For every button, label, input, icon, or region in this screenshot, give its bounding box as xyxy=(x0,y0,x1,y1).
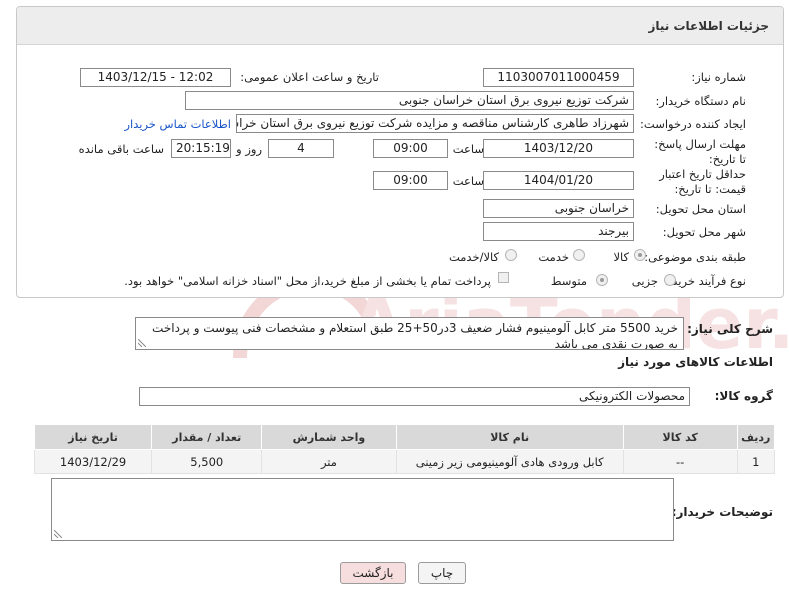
category-option-service: خدمت xyxy=(538,250,569,264)
price-deadline-label: حداقل تاریخ اعتبار قیمت: تا تاریخ: xyxy=(659,167,746,196)
reply-time-field[interactable]: 09:00 xyxy=(373,139,448,158)
back-button[interactable]: بازگشت xyxy=(340,562,406,584)
page-title: جزئیات اطلاعات نیاز xyxy=(648,19,769,33)
remaining-time-field[interactable]: 20:15:19 xyxy=(171,139,231,158)
reply-deadline-label: مهلت ارسال پاسخ: تا تاریخ: xyxy=(654,137,746,166)
buyer-notes-label: توضیحات خریدار: xyxy=(671,505,773,519)
province-field[interactable]: خراسان جنوبی xyxy=(483,199,634,218)
need-number-label: شماره نیاز: xyxy=(691,70,746,84)
description-label: شرح کلی نیاز: xyxy=(687,322,773,336)
cell-row: 1 xyxy=(736,449,775,474)
reply-date-field[interactable]: 1403/12/20 xyxy=(483,139,634,158)
reply-time-label: ساعت xyxy=(452,142,484,156)
print-button[interactable]: چاپ xyxy=(418,562,466,584)
goods-table-header-row: ردیف کد کالا نام کالا واحد شمارش تعداد /… xyxy=(33,424,775,450)
price-time-label: ساعت xyxy=(452,174,484,188)
resize-handle-icon[interactable] xyxy=(138,339,146,347)
announce-datetime-field[interactable]: 1403/12/15 - 12:02 xyxy=(80,68,231,87)
goods-table: ردیف کد کالا نام کالا واحد شمارش تعداد /… xyxy=(33,424,775,474)
process-label: نوع فرآیند خرید : xyxy=(664,274,746,288)
need-number-field[interactable]: 1103007011000459 xyxy=(483,68,634,87)
cell-date: 1403/12/29 xyxy=(33,449,153,474)
cell-unit: متر xyxy=(261,449,397,474)
cell-code: -- xyxy=(622,449,738,474)
category-option-goods: کالا xyxy=(613,250,629,264)
process-option-minor: جزیی xyxy=(631,274,658,288)
category-label: طبقه بندی موضوعی: xyxy=(644,250,746,264)
category-radio-goods[interactable] xyxy=(634,249,646,261)
category-radio-goods-service[interactable] xyxy=(505,249,517,261)
process-option-medium: متوسط xyxy=(550,274,587,288)
panel-header: جزئیات اطلاعات نیاز xyxy=(17,7,783,45)
col-name: نام کالا xyxy=(395,424,624,450)
announce-datetime-label: تاریخ و ساعت اعلان عمومی: xyxy=(240,70,379,84)
table-row[interactable]: 1 -- کابل ورودی هادی آلومینیومی زیر زمین… xyxy=(33,449,775,474)
col-unit: واحد شمارش xyxy=(261,424,397,450)
col-qty: تعداد / مقدار xyxy=(151,424,263,450)
remaining-time-label: ساعت باقی مانده xyxy=(78,142,164,156)
buyer-org-field[interactable]: شرکت توزیع نیروی برق استان خراسان جنوبی xyxy=(185,91,634,110)
creator-field[interactable]: شهرزاد طاهری کارشناس مناقصه و مزایده شرک… xyxy=(236,114,634,133)
category-radio-service[interactable] xyxy=(573,249,585,261)
buyer-notes-textarea[interactable] xyxy=(51,478,674,541)
process-radio-minor[interactable] xyxy=(664,274,676,286)
goods-group-field[interactable]: محصولات الکترونیکی xyxy=(139,387,690,406)
description-textarea[interactable]: خرید 5500 متر کابل آلومینیوم فشار ضعیف 3… xyxy=(135,317,684,350)
col-code: کد کالا xyxy=(622,424,738,450)
resize-handle-icon[interactable] xyxy=(54,530,62,538)
treasury-checkbox[interactable] xyxy=(498,272,509,283)
price-date-field[interactable]: 1404/01/20 xyxy=(483,171,634,190)
buyer-contact-link[interactable]: اطلاعات تماس خریدار xyxy=(124,117,231,131)
goods-section-title: اطلاعات کالاهای مورد نیاز xyxy=(618,355,773,369)
category-option-goods-service: کالا/خدمت xyxy=(448,250,499,264)
city-field[interactable]: بیرجند xyxy=(483,222,634,241)
cell-qty: 5,500 xyxy=(151,449,263,474)
description-text: خرید 5500 متر کابل آلومینیوم فشار ضعیف 3… xyxy=(152,321,678,350)
city-label: شهر محل تحویل: xyxy=(662,225,746,239)
price-time-field[interactable]: 09:00 xyxy=(373,171,448,190)
goods-group-label: گروه کالا: xyxy=(714,389,773,403)
days-field[interactable]: 4 xyxy=(268,139,334,158)
col-row: ردیف xyxy=(736,424,775,450)
creator-label: ایجاد کننده درخواست: xyxy=(640,117,746,131)
process-radio-medium[interactable] xyxy=(596,274,608,286)
province-label: استان محل تحویل: xyxy=(655,202,746,216)
days-label: روز و xyxy=(236,142,262,156)
buyer-org-label: نام دستگاه خریدار: xyxy=(655,94,746,108)
col-date: تاریخ نیاز xyxy=(33,424,153,450)
cell-name: کابل ورودی هادی آلومینیومی زیر زمینی xyxy=(395,449,624,474)
treasury-note: پرداخت تمام یا بخشی از مبلغ خرید،از محل … xyxy=(124,274,491,288)
